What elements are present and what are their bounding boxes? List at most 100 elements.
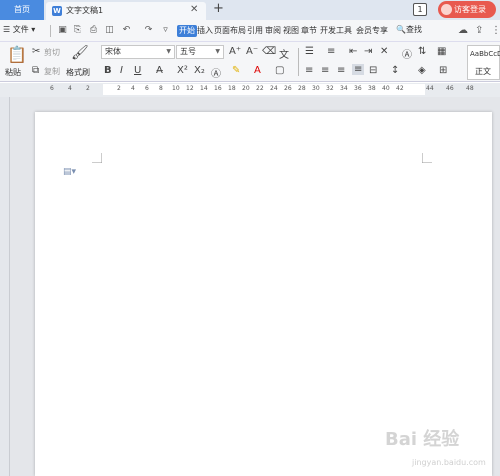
- shrink-font-icon[interactable]: A⁻: [246, 46, 258, 57]
- tab-home[interactable]: 首页: [0, 0, 44, 20]
- align-left-icon[interactable]: ≡: [305, 65, 313, 76]
- ruler-tick: 36: [354, 85, 362, 92]
- vertical-ruler[interactable]: [0, 97, 10, 476]
- menu-tab-layout[interactable]: 页面布局: [214, 25, 246, 37]
- tab-bar: 首页 W 文字文稿1 ✕ + 1 访客登录: [0, 0, 500, 20]
- ruler-tick: 2: [86, 85, 90, 92]
- menu-tab-review[interactable]: 审阅: [265, 25, 281, 37]
- superscript-button[interactable]: X²: [177, 65, 188, 76]
- ruler-tick: 18: [228, 85, 236, 92]
- distributed-icon[interactable]: ⊟: [369, 65, 377, 76]
- sort-icon[interactable]: ⇅: [418, 46, 426, 57]
- divider: [50, 25, 51, 37]
- paragraph-layout-icon[interactable]: ▤▾: [63, 167, 76, 177]
- undo-icon[interactable]: ↶: [121, 25, 132, 36]
- document-page[interactable]: [35, 112, 492, 476]
- borders-icon[interactable]: ⊞: [439, 65, 447, 76]
- font-size-value: 五号: [180, 47, 196, 56]
- ruler-tick: 20: [242, 85, 250, 92]
- print-icon[interactable]: ⎙: [88, 25, 99, 36]
- italic-button[interactable]: I: [120, 65, 123, 76]
- redo-icon[interactable]: ↷: [143, 25, 154, 36]
- align-center-icon[interactable]: ≡: [321, 65, 329, 76]
- menu-tab-member[interactable]: 会员专享: [356, 25, 388, 37]
- close-tab-icon[interactable]: ✕: [190, 4, 198, 15]
- ruler-tick: 12: [186, 85, 194, 92]
- window-count-badge[interactable]: 1: [413, 3, 427, 16]
- export-icon[interactable]: ⎘: [72, 25, 83, 36]
- decrease-indent-icon[interactable]: ⇤: [349, 46, 357, 57]
- cut-icon[interactable]: ✂: [32, 46, 40, 57]
- phonetic-icon[interactable]: 文: [279, 46, 289, 61]
- font-name-select[interactable]: 宋体 ▼: [101, 45, 175, 59]
- ruler-tick: 34: [340, 85, 348, 92]
- highlight-icon[interactable]: ✎: [232, 65, 240, 76]
- customize-icon[interactable]: ▿: [160, 25, 171, 36]
- ruler-tick: 14: [200, 85, 208, 92]
- preview-icon[interactable]: ◫: [104, 25, 115, 36]
- ruler-tick: 48: [466, 85, 474, 92]
- bullets-icon[interactable]: ☰: [305, 46, 314, 57]
- more-icon[interactable]: ⋮: [491, 25, 500, 36]
- save-icon[interactable]: ▣: [57, 25, 68, 36]
- format-painter-icon[interactable]: 🖌: [71, 45, 89, 61]
- format-painter-button[interactable]: 格式刷: [66, 67, 90, 78]
- copy-button[interactable]: 复制: [44, 66, 60, 77]
- clear-format-icon[interactable]: ⌫: [262, 46, 276, 57]
- font-color-icon[interactable]: A: [254, 65, 261, 76]
- justify-icon[interactable]: ≡: [352, 64, 365, 75]
- subscript-button[interactable]: X₂: [194, 65, 205, 76]
- chinese-layout-icon[interactable]: ✕: [380, 46, 388, 57]
- underline-button[interactable]: U: [134, 65, 141, 76]
- ruler-tick: 8: [159, 85, 163, 92]
- share-icon[interactable]: ⇪: [475, 25, 483, 36]
- menu-tab-dev-tools[interactable]: 开发工具: [320, 25, 352, 37]
- chevron-down-icon: ▼: [166, 48, 171, 55]
- ruler-text-area: [103, 84, 425, 95]
- avatar: [441, 4, 452, 15]
- style-sample: AaBbCcDd: [470, 50, 500, 58]
- text-effect-icon[interactable]: Ⓐ: [211, 65, 221, 80]
- ruler-tick: 4: [68, 85, 72, 92]
- text-direction-icon[interactable]: Ⓐ: [402, 46, 412, 61]
- strikethrough-icon[interactable]: A̶: [156, 65, 163, 76]
- margin-corner-top-right: [422, 153, 432, 163]
- grow-font-icon[interactable]: A⁺: [229, 46, 241, 57]
- ruler-tick: 24: [270, 85, 278, 92]
- numbering-icon[interactable]: ≡: [327, 46, 335, 57]
- menu-tab-view[interactable]: 视图: [283, 25, 299, 37]
- divider: [298, 48, 299, 76]
- tab-document[interactable]: W 文字文稿1 ✕: [46, 2, 206, 20]
- shading-icon[interactable]: ◈: [418, 65, 426, 76]
- search-button[interactable]: 🔍查找: [396, 24, 422, 35]
- menu-tab-references[interactable]: 引用: [247, 25, 263, 37]
- ruler-tick: 6: [50, 85, 54, 92]
- ruler-tick: 4: [131, 85, 135, 92]
- style-normal[interactable]: AaBbCcDd 正文: [467, 45, 500, 80]
- menu-tab-insert[interactable]: 插入: [197, 25, 213, 37]
- ribbon-toolbar: 📋 粘贴 ✂ 剪切 ⧉ 复制 🖌 格式刷 宋体 ▼ 五号 ▼ A⁺ A⁻ ⌫ 文…: [0, 42, 500, 82]
- ruler-tick: 40: [382, 85, 390, 92]
- menu-tab-chapter[interactable]: 章节: [301, 25, 317, 37]
- paste-button[interactable]: 粘贴: [5, 67, 21, 78]
- file-menu[interactable]: ☰ 文件 ▾: [3, 24, 35, 35]
- paste-icon[interactable]: 📋: [7, 45, 27, 64]
- increase-indent-icon[interactable]: ⇥: [364, 46, 372, 57]
- ruler-tick: 2: [117, 85, 121, 92]
- table-icon[interactable]: ▦: [437, 46, 446, 57]
- menu-tab-start[interactable]: 开始: [177, 25, 197, 37]
- ruler-tick: 42: [396, 85, 404, 92]
- chevron-down-icon: ▼: [215, 48, 220, 55]
- line-spacing-icon[interactable]: ↕: [391, 65, 399, 76]
- cloud-icon[interactable]: ☁: [458, 25, 468, 36]
- bold-button[interactable]: B: [104, 65, 112, 76]
- ruler-tick: 46: [446, 85, 454, 92]
- align-right-icon[interactable]: ≡: [337, 65, 345, 76]
- new-tab-button[interactable]: +: [213, 1, 224, 16]
- cut-button[interactable]: 剪切: [44, 47, 60, 58]
- horizontal-ruler[interactable]: 6 4 2 2 4 6 8 10 12 14 16 18 20 22 24 26…: [0, 83, 500, 97]
- char-border-icon[interactable]: ▢: [275, 65, 284, 76]
- guest-login-button[interactable]: 访客登录: [438, 1, 496, 18]
- font-size-select[interactable]: 五号 ▼: [176, 45, 224, 59]
- copy-icon[interactable]: ⧉: [32, 65, 39, 76]
